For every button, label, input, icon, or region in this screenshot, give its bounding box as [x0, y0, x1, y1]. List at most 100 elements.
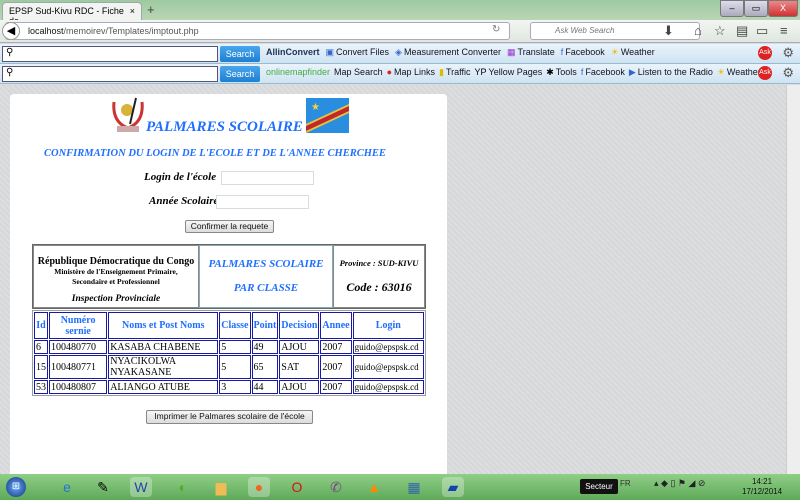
- reload-icon[interactable]: ↻: [492, 24, 500, 35]
- settings-icon[interactable]: ⚙: [782, 45, 794, 61]
- col-decision: Decision: [279, 312, 320, 339]
- page-subtitle: CONFIRMATION DU LOGIN DE L'ECOLE ET DE L…: [44, 148, 386, 159]
- province-label: Province : SUD-KIVU: [339, 258, 419, 268]
- table-cell-annee: 2007: [320, 355, 352, 379]
- clipboard-icon[interactable]: ▤: [736, 23, 748, 39]
- table-cell-numero: 100480807: [49, 380, 108, 394]
- col-id: Id: [34, 312, 48, 339]
- tray-icons[interactable]: ▴ ◆ ▯ ⚑ ◢ ⊘: [654, 478, 705, 489]
- word-icon[interactable]: W: [130, 477, 152, 497]
- toolbar-item[interactable]: YP Yellow Pages: [475, 67, 543, 78]
- settings-icon[interactable]: ⚙: [782, 65, 794, 81]
- table-cell-decision: SAT: [279, 355, 320, 379]
- toolbar-item[interactable]: ◈ Measurement Converter: [395, 47, 501, 58]
- vertical-scrollbar[interactable]: [786, 85, 800, 474]
- window-icon[interactable]: ▭: [756, 23, 768, 39]
- back-icon[interactable]: ◀: [2, 22, 20, 40]
- school-code: Code : 63016: [346, 280, 412, 294]
- table-cell-numero: 100480770: [49, 340, 108, 354]
- minimize-button[interactable]: –: [720, 0, 744, 17]
- tab-title: EPSP Sud-Kivu RDC - Fiche de ...: [9, 6, 124, 26]
- toolbar-onlinemapfinder: ⚲ Search onlinemapfinder Map Search ● Map…: [0, 64, 800, 84]
- coat-of-arms-icon: [110, 96, 146, 134]
- table-row: 15 100480771 NYACIKOLWA NYAKASANE 5 65 SAT 200…: [34, 355, 424, 379]
- viber-icon[interactable]: ✆: [325, 477, 347, 497]
- palmares-heading: PALMARES SCOLAIRE: [208, 258, 324, 270]
- toolbar-item[interactable]: f Facebook: [581, 67, 625, 78]
- table-cell-annee: 2007: [320, 340, 352, 354]
- url-bar[interactable]: localhost/memoirev/Templates/imptout.php: [5, 22, 510, 40]
- new-tab-button[interactable]: +: [147, 2, 155, 17]
- table-cell-classe: 3: [219, 380, 251, 394]
- language-indicator[interactable]: FR: [620, 479, 631, 488]
- toolbar-item[interactable]: ▮ Traffic: [439, 67, 470, 78]
- url-path: /memoirev/Templates/imptout.php: [63, 26, 199, 36]
- maximize-button[interactable]: ▭: [744, 0, 768, 17]
- par-classe-heading: PAR CLASSE: [233, 282, 299, 294]
- toolbar-search-button[interactable]: Search: [220, 66, 260, 82]
- vlc-icon[interactable]: ▲: [363, 477, 385, 497]
- close-button[interactable]: X: [768, 0, 798, 17]
- col-noms: Noms et Post Noms: [108, 312, 219, 339]
- onlinemapfinder-logo: onlinemapfinder: [266, 67, 331, 77]
- ie-icon[interactable]: e: [56, 477, 78, 497]
- year-input[interactable]: [216, 195, 309, 209]
- toolbar-search-input[interactable]: ⚲: [2, 46, 218, 62]
- inspection-name: Inspection Provinciale: [71, 294, 161, 304]
- explorer-icon[interactable]: ▆: [210, 477, 232, 497]
- bookmark-star-icon[interactable]: ☆: [714, 23, 726, 39]
- firefox-icon[interactable]: ●: [248, 477, 270, 497]
- table-cell-classe: 5: [219, 340, 251, 354]
- clock[interactable]: 14:21 17/12/2014: [742, 477, 782, 497]
- toolbar-search-input[interactable]: ⚲: [2, 66, 218, 82]
- table-cell-point: 49: [251, 340, 279, 354]
- tab-close-icon[interactable]: ×: [130, 6, 135, 17]
- tab-active[interactable]: EPSP Sud-Kivu RDC - Fiche de ... ×: [2, 2, 142, 26]
- table-header-row: Id Numéro sernie Noms et Post Noms Class…: [34, 312, 424, 339]
- year-label: Année Scolaire: [149, 195, 219, 207]
- ask-icon[interactable]: Ask: [758, 46, 772, 60]
- toolbar-item[interactable]: ▶ Listen to the Radio: [629, 67, 713, 78]
- table-cell-decision: AJOU: [279, 340, 320, 354]
- country-name: République Démocratique du Congo: [37, 256, 195, 267]
- web-search-input[interactable]: Ask Web Search: [530, 22, 700, 40]
- taskbar: ⊞ e ✎ W ◐ ▆ ● O ✆ ▲ ▦ ▰ FR ▴ ◆ ▯ ⚑ ◢ ⊘: [0, 474, 800, 500]
- report-header: République Démocratique du Congo Ministè…: [32, 244, 426, 309]
- dreamweaver-icon[interactable]: ◐: [172, 477, 194, 497]
- toolbar-item[interactable]: ▣ Convert Files: [326, 47, 390, 58]
- sector-button[interactable]: Secteur: [580, 479, 618, 494]
- books-icon[interactable]: ▰: [442, 477, 464, 497]
- toolbar-item[interactable]: Map Search: [334, 67, 383, 78]
- toolbar-item[interactable]: ▦ Translate: [507, 47, 555, 58]
- table-cell-id: 53: [34, 380, 48, 394]
- toolbar-item[interactable]: ● Map Links: [387, 67, 435, 78]
- print-button[interactable]: Imprimer le Palmares scolaire de l'école: [146, 410, 313, 424]
- toolbar-item[interactable]: f Facebook: [561, 47, 605, 58]
- table-row: 53 100480807 ALIANGO ATUBE 3 44 AJOU 2007 guido…: [34, 380, 424, 394]
- col-classe: Classe: [219, 312, 251, 339]
- confirm-button[interactable]: Confirmer la requete: [185, 220, 274, 233]
- toolbar-item[interactable]: ☀ Weather: [717, 67, 761, 78]
- start-button[interactable]: ⊞: [6, 477, 26, 497]
- table-cell-numero: 100480771: [49, 355, 108, 379]
- calculator-icon[interactable]: ▦: [403, 477, 425, 497]
- toolbar-search-button[interactable]: Search: [220, 46, 260, 62]
- toolbar-item[interactable]: ☀ Weather: [611, 47, 655, 58]
- app-icon[interactable]: ✎: [92, 477, 114, 497]
- toolbar-item[interactable]: ✱ Tools: [546, 67, 577, 78]
- opera-icon[interactable]: O: [286, 477, 308, 497]
- login-input[interactable]: [221, 171, 314, 185]
- home-icon[interactable]: ⌂: [694, 23, 702, 38]
- menu-icon[interactable]: ≡: [780, 23, 788, 38]
- table-cell-login: guido@epspsk.cd: [352, 380, 424, 394]
- allinconvert-logo: AllinConvert: [266, 47, 320, 57]
- table-cell-noms: ALIANGO ATUBE: [108, 380, 219, 394]
- download-icon[interactable]: ⬇: [663, 23, 674, 39]
- ask-icon[interactable]: Ask: [758, 66, 772, 80]
- table-cell-decision: AJOU: [279, 380, 320, 394]
- url-host: localhost: [28, 26, 64, 36]
- drc-flag-icon: ★: [306, 98, 349, 133]
- col-point: Point: [251, 312, 279, 339]
- col-login: Login: [352, 312, 424, 339]
- table-cell-point: 65: [251, 355, 279, 379]
